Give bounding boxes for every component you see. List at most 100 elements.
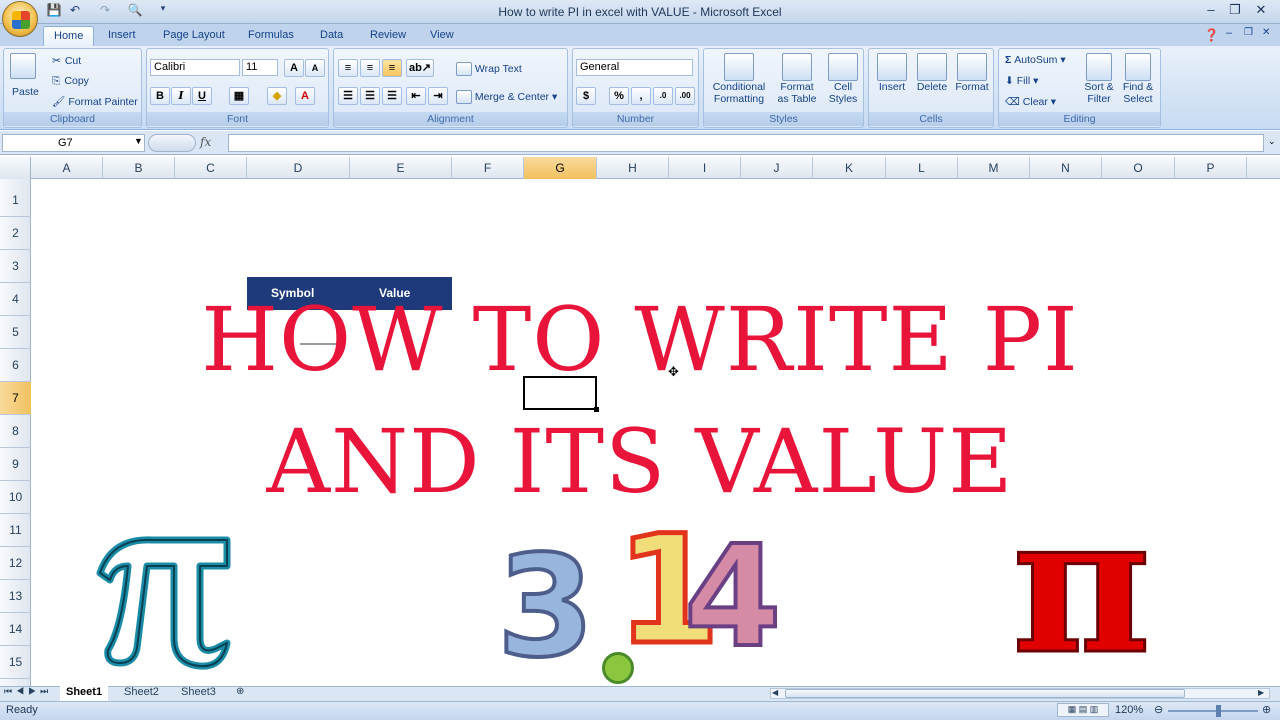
scroll-right-icon[interactable]: ▶ [1258,688,1264,697]
find-select-button[interactable]: Find & Select [1119,53,1157,105]
tab-page-layout[interactable]: Page Layout [153,26,235,46]
view-mode-icons[interactable]: ▦ ▤ ▥ [1057,703,1109,717]
tab-data[interactable]: Data [310,26,353,46]
name-box[interactable]: G7 [2,134,145,152]
column-header-j[interactable]: J [741,157,813,179]
fill-color-icon[interactable]: ◆ [267,87,287,105]
decrease-decimal-icon[interactable]: .00 [675,87,695,105]
wrap-text-button[interactable]: Wrap Text [456,62,522,76]
tab-home[interactable]: Home [43,26,95,46]
help-icon[interactable]: ❓ [1204,28,1219,42]
column-header-f[interactable]: F [452,157,524,179]
tab-formulas[interactable]: Formulas [238,26,304,46]
clear-button[interactable]: ⌫ Clear ▾ [1005,96,1056,108]
currency-icon[interactable]: $ [576,87,596,105]
column-header-h[interactable]: H [597,157,669,179]
align-right-icon[interactable]: ☰ [382,87,402,105]
format-as-table-button[interactable]: Format as Table [772,53,822,105]
format-cells-button[interactable]: Format [953,53,991,93]
fill-button[interactable]: ⬇ Fill ▾ [1005,75,1038,87]
formula-input[interactable] [228,134,1264,152]
formula-bar-splitter[interactable] [148,134,196,152]
cut-button[interactable]: ✂ Cut [52,55,81,67]
insert-function-icon[interactable]: fx [200,135,211,149]
font-size-select[interactable]: 11 [242,59,278,76]
row-header-13[interactable]: 13 [0,580,31,613]
sort-filter-button[interactable]: Sort & Filter [1081,53,1117,105]
format-painter-button[interactable]: 🖌 Format Painter [52,95,138,108]
expand-formula-bar-icon[interactable]: ⌄ [1268,136,1276,147]
select-all-button[interactable] [0,157,31,179]
column-header-m[interactable]: M [958,157,1030,179]
percent-icon[interactable]: % [609,87,629,105]
increase-indent-icon[interactable]: ⇥ [428,87,448,105]
workbook-restore-icon[interactable]: ❐ [1244,27,1253,38]
row-header-3[interactable]: 3 [0,250,31,283]
column-header-b[interactable]: B [103,157,175,179]
column-header-e[interactable]: E [350,157,452,179]
row-header-11[interactable]: 11 [0,514,31,547]
scroll-left-icon[interactable]: ◀ [772,688,778,697]
row-header-14[interactable]: 14 [0,613,31,646]
conditional-formatting-button[interactable]: Conditional Formatting [709,53,769,105]
column-header-g[interactable]: G [524,157,597,179]
number-format-select[interactable]: General [576,59,693,76]
column-header-l[interactable]: L [886,157,958,179]
horizontal-scroll-thumb[interactable] [785,689,1185,698]
tab-view[interactable]: View [420,26,464,46]
zoom-slider-thumb[interactable] [1216,705,1221,717]
align-top-icon[interactable]: ≡ [338,59,358,77]
close-icon[interactable]: ✕ [1249,2,1273,20]
sheet-tab-2[interactable]: Sheet2 [118,686,165,701]
column-header-o[interactable]: O [1102,157,1175,179]
font-color-icon[interactable]: A [295,87,315,105]
row-header-15[interactable]: 15 [0,646,31,679]
insert-cells-button[interactable]: Insert [873,53,911,93]
increase-decimal-icon[interactable]: .0 [653,87,673,105]
delete-cells-button[interactable]: Delete [913,53,951,93]
column-header-n[interactable]: N [1030,157,1102,179]
restore-icon[interactable]: ❐ [1223,2,1247,20]
zoom-in-icon[interactable]: ⊕ [1262,703,1271,716]
tab-review[interactable]: Review [360,26,416,46]
align-left-icon[interactable]: ☰ [338,87,358,105]
align-center-icon[interactable]: ☰ [360,87,380,105]
cell-styles-button[interactable]: Cell Styles [824,53,862,105]
paste-button[interactable] [10,53,38,83]
zoom-slider[interactable] [1168,710,1258,712]
sheet-tab-3[interactable]: Sheet3 [175,686,222,701]
column-header-c[interactable]: C [175,157,247,179]
name-box-dropdown-icon[interactable]: ▼ [134,136,143,146]
insert-sheet-icon[interactable]: ⊕ [236,686,244,697]
autosum-button[interactable]: Σ AutoSum ▾ [1005,54,1066,66]
zoom-level[interactable]: 120% [1115,704,1143,716]
align-middle-icon[interactable]: ≡ [360,59,380,77]
copy-button[interactable]: ⎘ Copy [52,75,89,88]
grow-font-icon[interactable]: A [284,59,304,77]
office-button[interactable] [2,1,38,37]
column-header-k[interactable]: K [813,157,886,179]
sheet-nav-arrows-icon[interactable]: ⏮◀▶⏭ [4,686,52,697]
orientation-icon[interactable]: ab↗ [406,59,434,77]
underline-button[interactable]: U [192,87,212,105]
column-header-d[interactable]: D [247,157,350,179]
row-header-2[interactable]: 2 [0,217,31,250]
column-header-p[interactable]: P [1175,157,1247,179]
row-header-12[interactable]: 12 [0,547,31,580]
sheet-tab-1[interactable]: Sheet1 [60,686,109,701]
decrease-indent-icon[interactable]: ⇤ [406,87,426,105]
merge-center-button[interactable]: Merge & Center ▾ [456,90,557,104]
borders-icon[interactable]: ▦ [229,87,249,105]
comma-icon[interactable]: , [631,87,651,105]
shrink-font-icon[interactable]: A [305,59,325,77]
column-header-i[interactable]: I [669,157,741,179]
row-header-1[interactable]: 1 [0,184,31,217]
font-name-select[interactable]: Calibri [150,59,240,76]
italic-button[interactable]: I [171,87,191,105]
align-bottom-icon[interactable]: ≡ [382,59,402,77]
bold-button[interactable]: B [150,87,170,105]
zoom-out-icon[interactable]: ⊖ [1154,703,1163,716]
minimize-icon[interactable]: – [1199,2,1223,20]
workbook-minimize-icon[interactable]: – [1226,27,1232,39]
tab-insert[interactable]: Insert [98,26,146,46]
